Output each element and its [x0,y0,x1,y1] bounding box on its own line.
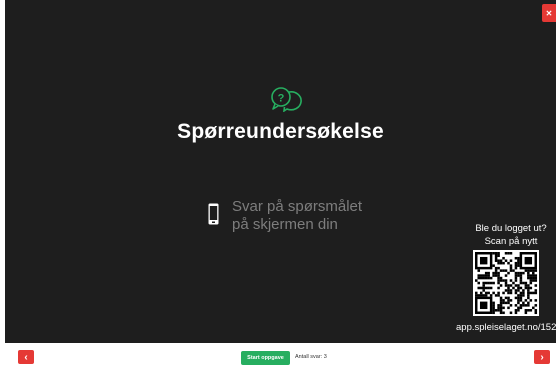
answer-count: Antall svar: 3 [295,354,327,360]
previous-button[interactable]: ‹ [18,350,34,364]
qr-code [473,250,539,316]
instruction-line-2: på skjermen din [232,216,338,233]
instruction-line-1: Svar på spørsmålet [232,198,363,215]
chat-question-icon: ? [271,87,302,112]
relogin-line-2: Scan på nytt [484,236,538,247]
app-url: app.spleiselaget.no/15213 [456,322,556,333]
page-title: Spørreundersøkelse [177,120,384,143]
next-button[interactable]: › [534,350,550,364]
start-task-button[interactable]: Start oppgave [241,351,290,365]
relogin-prompt: Ble du logget ut? Scan på nytt [463,222,556,248]
close-icon[interactable]: ✕ [542,4,556,22]
instruction-text: Svar på spørsmålet på skjermen din [232,198,362,234]
phone-icon [208,203,219,225]
presentation-stage: ✕ ? Spørreundersøkelse Svar på spørsmåle… [5,0,556,343]
relogin-line-1: Ble du logget ut? [475,223,547,234]
svg-text:?: ? [278,93,285,105]
